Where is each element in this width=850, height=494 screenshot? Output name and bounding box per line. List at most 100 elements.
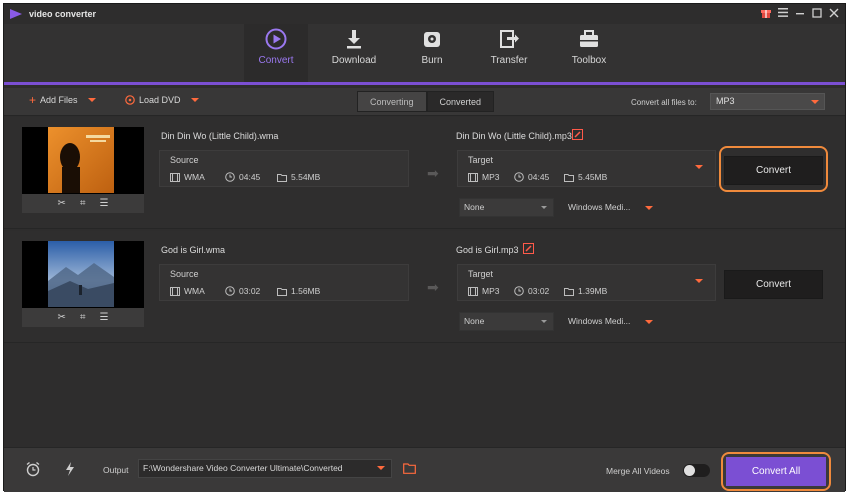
source-size-value: 5.54MB [291, 172, 321, 182]
source-format-value: WMA [184, 172, 205, 182]
source-size: 5.54MB [277, 172, 320, 182]
tab-converting[interactable]: Converting [357, 91, 427, 112]
thumbnail-tools: ✂ ⌗ ☰ [22, 194, 144, 213]
source-format: WMA [170, 172, 205, 182]
edit-icon[interactable] [572, 129, 583, 140]
add-files-button[interactable]: + Add Files [29, 94, 96, 106]
source-duration-value: 03:02 [239, 286, 261, 296]
subtitle-value: None [464, 316, 485, 326]
target-info-box[interactable]: Target MP3 04:45 5.45MB [457, 150, 716, 187]
target-duration: 04:45 [514, 172, 549, 182]
subtitle-caret-icon [541, 206, 547, 209]
nav-burn-label: Burn [421, 55, 443, 66]
output-path-value: F:\Wondershare Video Converter Ultimate\… [143, 463, 343, 473]
album-cover-image [48, 241, 114, 307]
target-format-value: MP3 [482, 172, 500, 182]
source-info-box: Source WMA 04:45 5.54MB [159, 150, 409, 187]
trim-icon[interactable]: ✂ [58, 198, 66, 209]
edit-icon[interactable] [523, 243, 534, 254]
target-info-box[interactable]: Target MP3 03:02 1.39MB [457, 264, 716, 301]
effects-icon[interactable]: ☰ [100, 198, 109, 209]
target-format-value: MP3 [482, 286, 500, 296]
convert-button-highlight [719, 146, 828, 192]
nav-download-label: Download [331, 55, 377, 66]
nav-toolbox[interactable]: Toolbox [557, 24, 621, 82]
app-logo-icon [10, 9, 22, 19]
subtitle-select[interactable]: None [459, 312, 554, 331]
menu-icon[interactable] [777, 7, 788, 18]
file-row: ✂ ⌗ ☰ Din Din Wo (Little Child).wma Sour… [4, 117, 845, 229]
output-path-select[interactable]: F:\Wondershare Video Converter Ultimate\… [138, 459, 392, 478]
clock-icon [514, 286, 524, 296]
folder-icon [564, 287, 574, 296]
app-window: video converter Convert Download Burn Tr… [3, 3, 846, 492]
nav-download[interactable]: Download [322, 24, 386, 82]
merge-all-videos-toggle[interactable] [683, 464, 710, 477]
source-file-name: Din Din Wo (Little Child).wma [161, 131, 279, 141]
play-circle-icon [265, 28, 287, 50]
encoder-value: Windows Medi... [568, 316, 631, 326]
target-label: Target [468, 155, 494, 165]
convert-all-to-label: Convert all files to: [631, 98, 697, 107]
target-size-value: 1.39MB [578, 286, 608, 296]
source-duration: 03:02 [225, 286, 260, 296]
gift-icon[interactable] [760, 7, 771, 18]
convert-button[interactable]: Convert [724, 270, 823, 299]
close-icon[interactable] [828, 7, 839, 18]
nav-transfer[interactable]: Transfer [477, 24, 541, 82]
encoder-value: Windows Medi... [568, 202, 631, 212]
convert-all-highlight [721, 452, 831, 491]
output-format-select[interactable]: MP3 [710, 93, 825, 110]
trim-icon[interactable]: ✂ [58, 312, 66, 323]
target-dropdown-caret-icon[interactable] [695, 279, 703, 283]
arrow-right-icon: ➡ [427, 165, 439, 181]
clock-icon [225, 172, 235, 182]
album-cover-image [48, 127, 114, 193]
target-dropdown-caret-icon[interactable] [695, 165, 703, 169]
maximize-icon[interactable] [811, 7, 822, 18]
status-tabs: Converting Converted [357, 91, 495, 112]
toolbar: + Add Files Load DVD Converting Converte… [4, 88, 845, 116]
subtitle-select[interactable]: None [459, 198, 554, 217]
target-duration: 03:02 [514, 286, 549, 296]
encoder-select[interactable]: Windows Medi... [568, 198, 653, 217]
film-icon [170, 172, 180, 182]
schedule-alarm-icon[interactable] [25, 461, 41, 477]
nav-burn[interactable]: Burn [400, 24, 464, 82]
subtitle-caret-icon [541, 320, 547, 323]
arrow-right-icon: ➡ [427, 279, 439, 295]
nav-toolbox-label: Toolbox [571, 55, 607, 66]
convert-button-label: Convert [755, 279, 791, 290]
folder-icon [277, 287, 287, 296]
source-format-value: WMA [184, 286, 205, 296]
crop-icon[interactable]: ⌗ [80, 198, 86, 209]
video-thumbnail: ✂ ⌗ ☰ [22, 127, 144, 213]
thumbnail-tools: ✂ ⌗ ☰ [22, 308, 144, 327]
video-thumbnail: ✂ ⌗ ☰ [22, 241, 144, 327]
target-label: Target [468, 269, 494, 279]
crop-icon[interactable]: ⌗ [80, 312, 86, 323]
target-file-name: Din Din Wo (Little Child).mp3 [456, 131, 572, 141]
load-dvd-button[interactable]: Load DVD [125, 95, 199, 105]
load-dvd-caret-icon[interactable] [190, 98, 199, 102]
main-nav: Convert Download Burn Transfer Toolbox [4, 24, 845, 85]
output-path-caret-icon [377, 466, 385, 470]
high-speed-icon[interactable] [64, 461, 76, 477]
download-icon [347, 30, 361, 49]
bottom-bar: Output F:\Wondershare Video Converter Ul… [4, 447, 845, 492]
source-size-value: 1.56MB [291, 286, 321, 296]
nav-convert[interactable]: Convert [244, 24, 308, 82]
target-size: 5.45MB [564, 172, 607, 182]
source-label: Source [170, 155, 199, 165]
file-row: ✂ ⌗ ☰ God is Girl.wma Source WMA 03:02 1… [4, 231, 845, 343]
source-size: 1.56MB [277, 286, 320, 296]
add-files-caret-icon[interactable] [87, 98, 96, 102]
encoder-select[interactable]: Windows Medi... [568, 312, 653, 331]
target-duration-value: 04:45 [528, 172, 550, 182]
effects-icon[interactable]: ☰ [100, 312, 109, 323]
add-files-label: Add Files [40, 95, 78, 105]
tab-converted[interactable]: Converted [426, 91, 495, 112]
open-folder-icon[interactable] [403, 463, 416, 474]
minimize-icon[interactable] [794, 7, 805, 18]
toggle-knob [684, 465, 695, 476]
